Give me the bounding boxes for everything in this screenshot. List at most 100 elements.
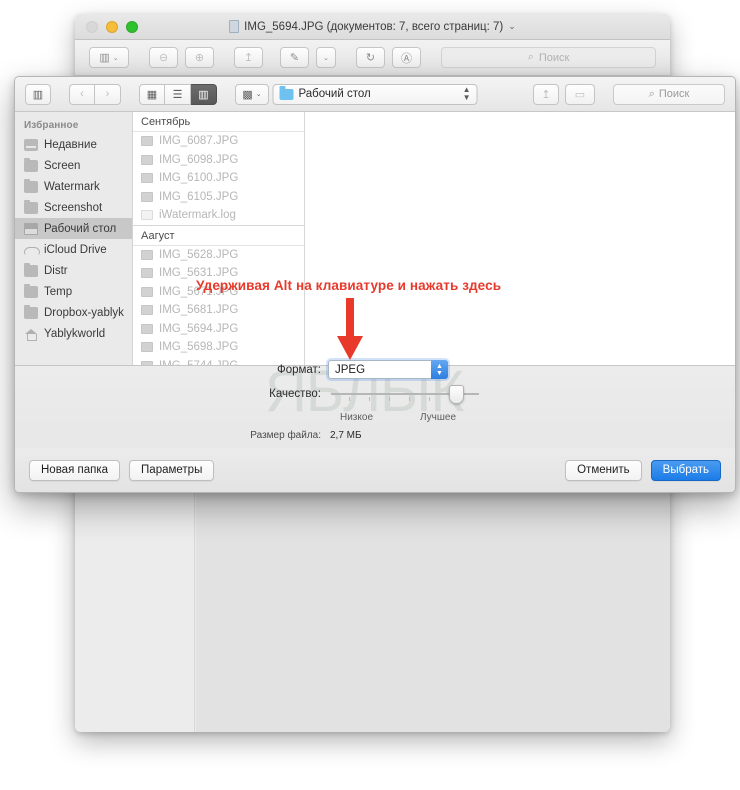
folder-icon: [24, 262, 38, 277]
tag-icon: ▭: [574, 88, 586, 101]
share-button[interactable]: ↥: [234, 47, 263, 68]
sidebar-item-dropbox-yablyk[interactable]: Dropbox-yablyk: [15, 302, 132, 323]
choose-button[interactable]: Выбрать: [650, 459, 721, 481]
folder-icon: [279, 85, 294, 100]
file-list-column[interactable]: Сентябрь IMG_6087.JPG IMG_6098.JPG IMG_6…: [133, 112, 305, 365]
list-icon: ☰: [172, 88, 183, 101]
parameters-button[interactable]: Параметры: [129, 459, 215, 481]
share-button[interactable]: ↥: [533, 83, 559, 105]
format-label: Формат:: [276, 363, 321, 376]
image-file-icon: [141, 136, 153, 147]
chevron-down-icon: ⌄: [323, 54, 329, 62]
annotate-button[interactable]: Ⓐ: [392, 47, 421, 68]
tag-button[interactable]: ▭: [565, 83, 595, 105]
list-item[interactable]: IMG_5628.JPG: [133, 246, 304, 265]
slider-tick: [349, 397, 350, 401]
dialog-footer: Новая папка Параметры Отменить Выбрать: [15, 448, 735, 492]
cloud-icon: [24, 244, 40, 256]
share-icon: ↥: [541, 88, 551, 101]
slider-thumb[interactable]: [449, 385, 464, 404]
dialog-search-input[interactable]: ⌕ Поиск: [613, 83, 725, 105]
sidebar-item-label: Screen: [44, 159, 81, 172]
sidebar-item-watermark[interactable]: Watermark: [15, 176, 132, 197]
cancel-button[interactable]: Отменить: [565, 459, 642, 481]
preview-search-field[interactable]: ⌕ Поиск: [441, 47, 656, 68]
format-row: Формат: JPEG ▲ ▼: [237, 360, 448, 379]
file-group-header: Аагуст: [133, 224, 304, 246]
quality-label: Качество:: [269, 388, 321, 400]
file-name: IMG_5698.JPG: [159, 341, 239, 354]
dialog-toolbar: ▥ ‹ › ▦ ☰ ▥ ▩ ⌄ Рабочий стол ▲ ▼ ↥ ▭ ⌕ По…: [15, 77, 735, 112]
search-icon: ⌕: [527, 51, 534, 63]
image-file-icon: [141, 305, 153, 316]
down-arrow-icon: [337, 298, 363, 360]
folder-icon: [24, 178, 38, 193]
search-icon: ⌕: [648, 87, 655, 100]
preview-titlebar: IMG_5694.JPG (документов: 7, всего стран…: [75, 14, 670, 40]
sidebar-item-icloud-drive[interactable]: iCloud Drive: [15, 239, 132, 260]
sidebar-item-screen[interactable]: Screen: [15, 155, 132, 176]
new-folder-button[interactable]: Новая папка: [29, 459, 121, 481]
zoom-out-icon: ⊖: [158, 52, 169, 64]
share-icon: ↥: [243, 52, 254, 64]
list-item[interactable]: IMG_6098.JPG: [133, 151, 304, 170]
file-name: IMG_5628.JPG: [159, 248, 239, 261]
list-item[interactable]: IMG_5694.JPG: [133, 320, 304, 339]
sidebar-toggle-button[interactable]: ▥ ⌄: [89, 47, 129, 68]
file-name: IMG_6087.JPG: [159, 135, 239, 148]
sidebar-section-title: Избранное: [24, 120, 79, 131]
list-item[interactable]: IMG_6105.JPG: [133, 188, 304, 207]
columns-icon: ▥: [198, 88, 209, 101]
forward-button[interactable]: ›: [95, 83, 121, 105]
sidebar-icon: ▥: [99, 52, 110, 64]
dialog-sidebar[interactable]: Избранное Недавние Screen Watermark Scre…: [15, 112, 133, 365]
gallery-icon: ▩: [242, 88, 253, 101]
view-mode-buttons[interactable]: ▦ ☰ ▥: [139, 83, 217, 105]
zoom-out-button[interactable]: ⊖: [149, 47, 178, 68]
markup-options-button[interactable]: ⌄: [316, 47, 336, 68]
sidebar-item-distr[interactable]: Distr: [15, 260, 132, 281]
sidebar-item-yablykworld[interactable]: Yablykworld: [15, 323, 132, 344]
sidebar-item-screenshot[interactable]: Screenshot: [15, 197, 132, 218]
image-file-icon: [141, 173, 153, 184]
chevron-down-icon: ⌄: [112, 54, 119, 62]
view-gallery-button[interactable]: ▩ ⌄: [235, 83, 269, 105]
file-name: IMG_6100.JPG: [159, 172, 239, 185]
preview-window-title: IMG_5694.JPG (документов: 7, всего стран…: [75, 20, 670, 33]
sidebar-item-recents[interactable]: Недавние: [15, 134, 132, 155]
back-button[interactable]: ‹: [69, 83, 95, 105]
file-group-header: Сентябрь: [133, 112, 304, 132]
home-icon: [24, 328, 38, 341]
image-file-icon: [141, 323, 153, 334]
list-item[interactable]: IMG_5681.JPG: [133, 301, 304, 320]
list-item[interactable]: IMG_6087.JPG: [133, 132, 304, 151]
format-select[interactable]: JPEG ▲ ▼: [328, 360, 448, 379]
format-value: JPEG: [335, 363, 366, 376]
chevron-down-icon[interactable]: ⌄: [508, 21, 516, 32]
list-item[interactable]: iWatermark.log: [133, 206, 304, 225]
zoom-in-icon: ⊕: [194, 52, 205, 64]
rotate-button[interactable]: ↻: [356, 47, 385, 68]
view-list-button[interactable]: ☰: [165, 83, 191, 105]
path-popup-button[interactable]: Рабочий стол ▲ ▼: [272, 83, 478, 105]
image-file-icon: [141, 286, 153, 297]
file-name: IMG_6098.JPG: [159, 153, 239, 166]
quality-slider[interactable]: [331, 384, 479, 404]
sidebar-item-temp[interactable]: Temp: [15, 281, 132, 302]
sidebar-item-desktop[interactable]: Рабочий стол: [15, 218, 132, 239]
view-icon-button[interactable]: ▦: [139, 83, 165, 105]
sidebar-item-label: Рабочий стол: [44, 222, 117, 235]
list-item[interactable]: IMG_6100.JPG: [133, 169, 304, 188]
markup-button[interactable]: ✎: [280, 47, 309, 68]
list-item[interactable]: IMG_5698.JPG: [133, 338, 304, 357]
annotation-text: Удерживая Alt на клавиатуре и нажать зде…: [196, 278, 502, 293]
chevron-left-icon: ‹: [80, 88, 84, 100]
sidebar-icon: ▥: [32, 88, 44, 101]
navigation-buttons[interactable]: ‹ ›: [69, 83, 121, 105]
view-column-button[interactable]: ▥: [191, 83, 217, 105]
filesize-value: 2,7 МБ: [330, 430, 362, 441]
image-file-icon: [141, 342, 153, 353]
slider-tick: [369, 397, 370, 401]
sidebar-toggle-button[interactable]: ▥: [25, 83, 51, 105]
zoom-in-button[interactable]: ⊕: [185, 47, 214, 68]
